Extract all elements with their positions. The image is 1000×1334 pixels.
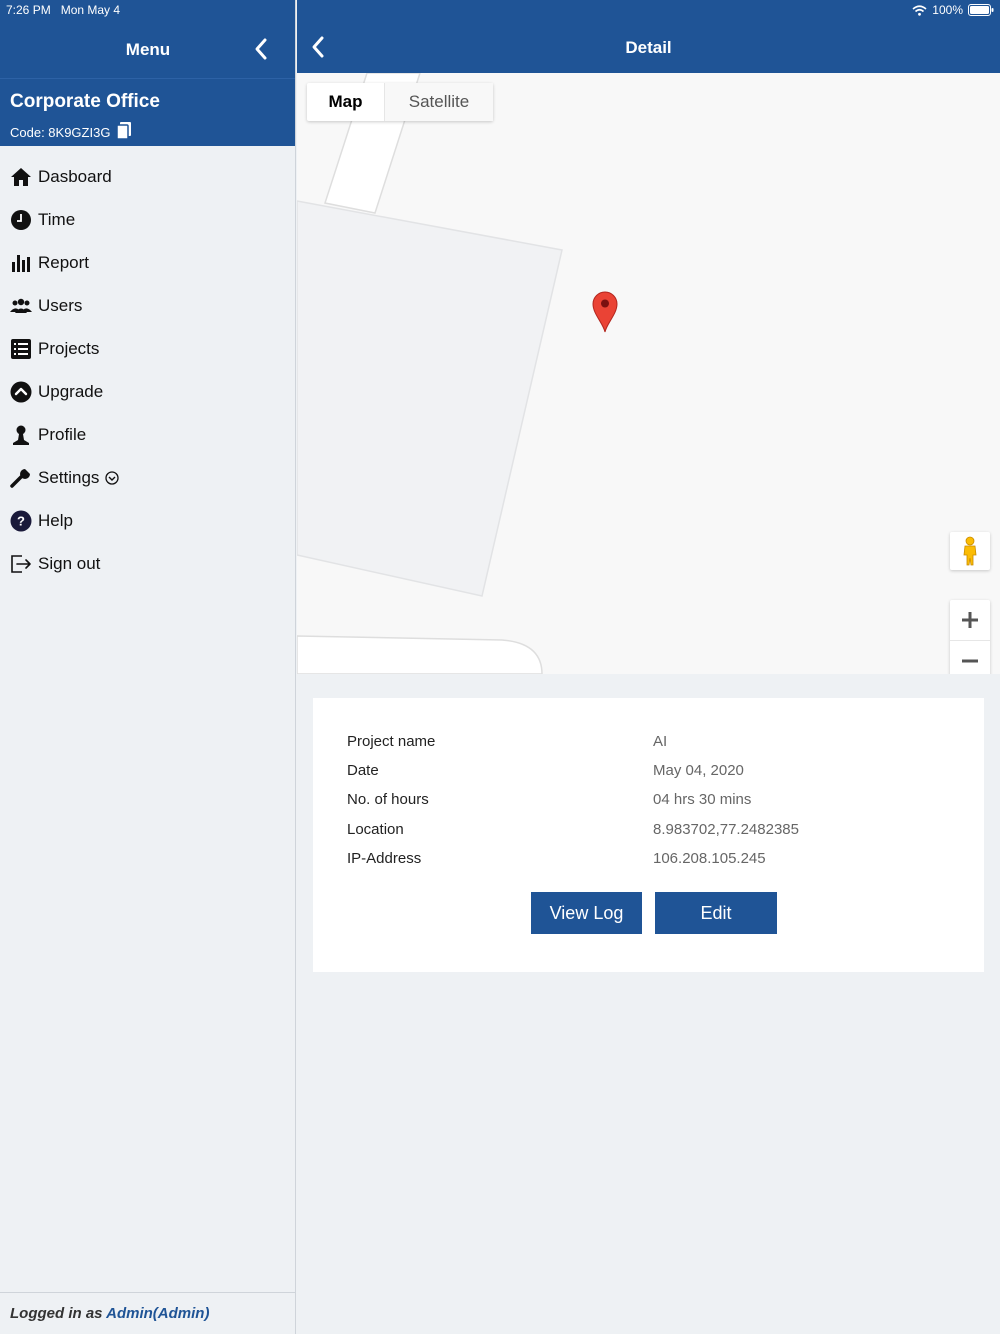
nav-item-label: Profile — [38, 424, 87, 444]
battery-percent: 100% — [932, 3, 963, 17]
plus-icon — [962, 612, 978, 628]
zoom-in-button[interactable] — [950, 600, 990, 640]
info-key: No. of hours — [347, 791, 429, 808]
zoom-control — [950, 600, 990, 674]
view-log-button[interactable]: View Log — [531, 892, 642, 934]
info-row-project-name: Project name AI — [347, 727, 967, 756]
nav-item-profile[interactable]: Profile — [0, 413, 295, 456]
sidebar-header: 7:26 PM Mon May 4 Menu — [0, 0, 295, 78]
edit-button[interactable]: Edit — [655, 892, 777, 934]
org-name: Corporate Office — [10, 91, 160, 112]
nav-item-help[interactable]: ? Help — [0, 499, 295, 542]
zoom-out-button[interactable] — [950, 640, 990, 674]
nav-item-label: Dasboard — [38, 166, 112, 186]
nav-item-upgrade[interactable]: Upgrade — [0, 370, 295, 413]
org-code: Code: 8K9GZI3G — [10, 124, 111, 140]
info-value: 106.208.105.245 — [653, 850, 766, 867]
map-type-satellite-button[interactable]: Satellite — [385, 83, 493, 121]
nav-item-label: Time — [38, 209, 76, 229]
status-date: Mon May 4 — [60, 3, 121, 17]
home-icon — [10, 166, 32, 188]
nav-item-time[interactable]: Time — [0, 198, 295, 241]
close-menu-button[interactable] — [250, 36, 274, 62]
map-type-map-button[interactable]: Map — [307, 83, 385, 121]
nav-item-label: Help — [38, 510, 73, 530]
clock-icon — [10, 209, 32, 231]
detail-header: 100% Detail — [297, 0, 1000, 73]
map-background — [297, 73, 1000, 674]
info-row-ip-address: IP-Address 106.208.105.245 — [347, 844, 967, 873]
status-bar-right: 100% — [912, 3, 994, 17]
nav-item-label: Projects — [38, 338, 100, 358]
users-icon — [10, 295, 32, 317]
info-value: AI — [653, 733, 668, 750]
info-row-hours: No. of hours 04 hrs 30 mins — [347, 785, 967, 814]
nav-item-label: Sign out — [38, 553, 101, 573]
status-bar-left: 7:26 PM Mon May 4 — [6, 3, 130, 17]
bar-chart-icon — [10, 252, 32, 274]
nav-item-label: Upgrade — [38, 381, 104, 401]
logged-in-user: Admin(Admin) — [106, 1305, 210, 1322]
nav-item-projects[interactable]: Projects — [0, 327, 295, 370]
info-key: Date — [347, 762, 379, 779]
nav-item-users[interactable]: Users — [0, 284, 295, 327]
sign-out-icon — [10, 553, 32, 575]
nav-item-settings[interactable]: Settings — [0, 456, 295, 499]
status-time: 7:26 PM — [6, 3, 51, 17]
nav-item-label: Settings — [38, 467, 100, 487]
wifi-icon — [912, 4, 927, 16]
map-view[interactable]: Map Satellite — [297, 73, 1000, 674]
nav-item-dashboard[interactable]: Dasboard — [0, 155, 295, 198]
org-panel: Corporate Office Code: 8K9GZI3G — [0, 78, 295, 146]
map-pin-icon[interactable] — [592, 291, 618, 333]
wrench-icon — [10, 467, 32, 489]
sidebar: 7:26 PM Mon May 4 Menu Corporate Office C… — [0, 0, 296, 1334]
help-icon: ? — [10, 510, 32, 532]
info-value: May 04, 2020 — [653, 762, 744, 779]
map-type-toggle: Map Satellite — [307, 83, 493, 121]
info-value: 04 hrs 30 mins — [653, 791, 752, 808]
nav-item-report[interactable]: Report — [0, 241, 295, 284]
nav-item-label: Report — [38, 252, 90, 272]
chevron-left-icon — [255, 38, 267, 60]
pegman-icon — [963, 536, 977, 566]
logged-in-footer: Logged in as Admin(Admin) — [0, 1292, 296, 1334]
copy-code-button[interactable] — [116, 121, 132, 143]
nav-list: Dasboard Time Report Users Projects Upgr… — [0, 146, 295, 585]
battery-icon — [968, 4, 994, 16]
svg-text:?: ? — [17, 513, 25, 528]
list-icon — [10, 338, 32, 360]
logged-in-prefix: Logged in as — [10, 1305, 107, 1322]
chevron-down-circle-icon — [105, 470, 120, 485]
info-key: Location — [347, 821, 404, 838]
detail-card: Project name AI Date May 04, 2020 No. of… — [313, 698, 984, 972]
upgrade-icon — [10, 381, 32, 403]
copy-icon — [116, 122, 132, 140]
info-row-date: Date May 04, 2020 — [347, 756, 967, 785]
main-panel: 100% Detail Map Satellite Project name A… — [297, 0, 1000, 1334]
street-view-button[interactable] — [950, 532, 990, 570]
person-icon — [10, 424, 32, 446]
info-key: IP-Address — [347, 850, 422, 867]
info-row-location: Location 8.983702,77.2482385 — [347, 815, 967, 844]
nav-item-sign-out[interactable]: Sign out — [0, 542, 295, 585]
nav-item-label: Users — [38, 295, 83, 315]
page-title: Detail — [625, 38, 672, 57]
info-value: 8.983702,77.2482385 — [653, 821, 799, 838]
info-key: Project name — [347, 733, 436, 750]
org-code-row: Code: 8K9GZI3G — [10, 121, 285, 143]
minus-icon — [962, 659, 978, 662]
